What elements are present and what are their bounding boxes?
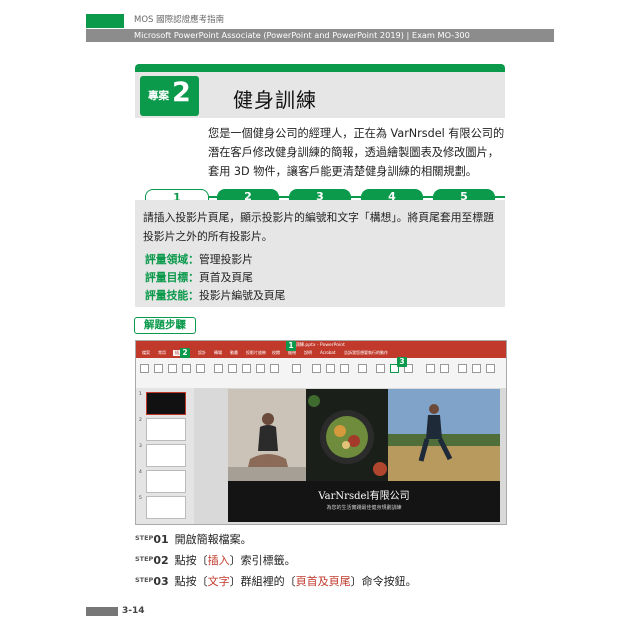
solve-steps-label: 解題步驟: [134, 317, 196, 334]
thumb-number-4: 4: [139, 470, 142, 475]
ppt-title-bar: 健身訓練.pptx - PowerPoint: [136, 341, 506, 350]
eval-skill: 評量技能：投影片編號及頁尾: [145, 287, 285, 303]
thumb-number-5: 5: [139, 496, 142, 501]
slide-tagline: 為您的生活實踐最佳健身規劃訓練: [326, 505, 402, 511]
picture-icon[interactable]: [168, 364, 177, 373]
eval-skill-value: 投影片編號及頁尾: [198, 289, 286, 302]
3d-model-icon[interactable]: [242, 364, 251, 373]
step-prefix: STEP: [135, 534, 154, 542]
eval-domain: 評量領域：管理投影片: [145, 251, 253, 267]
new-slide-icon[interactable]: [140, 364, 149, 373]
callout-2: 2: [180, 348, 190, 358]
slide-company-name: VarNrsdel有限公司: [318, 491, 410, 502]
task-text: 請插入投影片頁尾，顯示投影片的編號和文字「構想」。將頁尾套用至標題投影片之外的所…: [143, 211, 494, 243]
eval-goal: 評量目標：頁首及頁尾: [145, 269, 253, 285]
step-number: 03: [153, 575, 169, 588]
text-box-icon[interactable]: [376, 364, 385, 373]
ppt-tab-design[interactable]: 設計: [198, 350, 206, 356]
action-icon[interactable]: [340, 364, 349, 373]
step-02: STEP02 點按〔插入〕索引標籤。: [135, 552, 296, 568]
step-prefix: STEP: [135, 576, 154, 584]
smartart-icon[interactable]: [256, 364, 265, 373]
slide-thumbnail-3[interactable]: [146, 444, 186, 467]
step-prefix: STEP: [135, 555, 154, 563]
ppt-tab-review[interactable]: 校閱: [272, 350, 280, 356]
book-subtitle: Microsoft PowerPoint Associate (PowerPoi…: [134, 30, 470, 40]
symbol-icon[interactable]: [440, 364, 449, 373]
photo-album-icon[interactable]: [196, 364, 205, 373]
equation-icon[interactable]: [426, 364, 435, 373]
step-text: 點按〔: [174, 575, 208, 588]
step-highlight: 文字: [207, 575, 230, 588]
ppt-tab-transitions[interactable]: 轉場: [214, 350, 222, 356]
case-tag: 專案 2: [140, 76, 199, 116]
chart-icon[interactable]: [270, 364, 279, 373]
step-text: 開啟簡報檔案。: [174, 533, 252, 546]
icons-icon[interactable]: [228, 364, 237, 373]
step-01: STEP01 開啟簡報檔案。: [135, 531, 252, 547]
slide-photos: [228, 389, 500, 522]
step-text: 〕索引標籤。: [229, 554, 296, 567]
shapes-icon[interactable]: [214, 364, 223, 373]
step-highlight: 插入: [207, 554, 230, 567]
book-title: MOS 國際認證應考指南: [134, 15, 225, 25]
step-number: 01: [153, 533, 169, 546]
ppt-tab-slideshow[interactable]: 投影片放映: [246, 350, 266, 356]
slide-thumbnail-2[interactable]: [146, 418, 186, 441]
ppt-tab-help[interactable]: 說明: [304, 350, 312, 356]
step-03: STEP03 點按〔文字〕群組裡的〔頁首及頁尾〕命令按鈕。: [135, 573, 417, 589]
powerpoint-screenshot: 健身訓練.pptx - PowerPoint 檔案 常用 插入 設計 轉場 動畫…: [135, 340, 507, 525]
audio-icon[interactable]: [472, 364, 481, 373]
zoom-icon[interactable]: [312, 364, 321, 373]
table-icon[interactable]: [154, 364, 163, 373]
intro-paragraph: 您是一個健身公司的經理人，正在為 VarNrsdel 有限公司的潛在客戶修改健身…: [208, 127, 505, 178]
case-banner-top: [135, 64, 505, 72]
ppt-tell-me[interactable]: 告訴我您想要執行的動作: [344, 350, 388, 356]
footer-bar: [86, 607, 118, 616]
comment-icon[interactable]: [358, 364, 367, 373]
screen-recording-icon[interactable]: [486, 364, 495, 373]
page-number: 3-14: [122, 606, 145, 616]
screenshot-icon[interactable]: [182, 364, 191, 373]
ppt-tab-home[interactable]: 常用: [158, 350, 166, 356]
slide-thumbnail-5[interactable]: [146, 496, 186, 519]
eval-goal-value: 頁首及頁尾: [198, 271, 253, 284]
case-number: 2: [172, 77, 191, 108]
case-title: 健身訓練: [233, 88, 317, 112]
step-number: 02: [153, 554, 169, 567]
addins-icon[interactable]: [292, 364, 301, 373]
ppt-tab-file[interactable]: 檔案: [142, 350, 150, 356]
slide-thumbnail-4[interactable]: [146, 470, 186, 493]
header-green-block: [86, 14, 124, 28]
case-label: 專案: [148, 90, 169, 102]
callout-3: 3: [397, 357, 407, 367]
step-text: 〕命令按鈕。: [350, 575, 417, 588]
ppt-tab-acrobat[interactable]: Acrobat: [320, 350, 335, 355]
eval-domain-key: 評量領域：: [145, 253, 199, 266]
slide-thumbnail-1[interactable]: [146, 392, 186, 415]
video-icon[interactable]: [458, 364, 467, 373]
thumb-number-3: 3: [139, 444, 142, 449]
thumb-number-2: 2: [139, 418, 142, 423]
thumb-number-1: 1: [139, 392, 142, 397]
link-icon[interactable]: [326, 364, 335, 373]
ppt-ribbon: [136, 358, 506, 389]
eval-skill-key: 評量技能：: [145, 289, 199, 302]
eval-domain-value: 管理投影片: [198, 253, 253, 266]
current-slide[interactable]: VarNrsdel有限公司 為您的生活實踐最佳健身規劃訓練: [228, 389, 500, 522]
eval-goal-key: 評量目標：: [145, 271, 199, 284]
step-text: 〕群組裡的〔: [229, 575, 296, 588]
ppt-tab-animations[interactable]: 動畫: [230, 350, 238, 356]
step-text: 點按〔: [174, 554, 208, 567]
step-highlight: 頁首及頁尾: [295, 575, 351, 588]
callout-1: 1: [286, 341, 296, 351]
slide-thumbnails-pane: 1 2 3 4 5: [136, 388, 195, 524]
